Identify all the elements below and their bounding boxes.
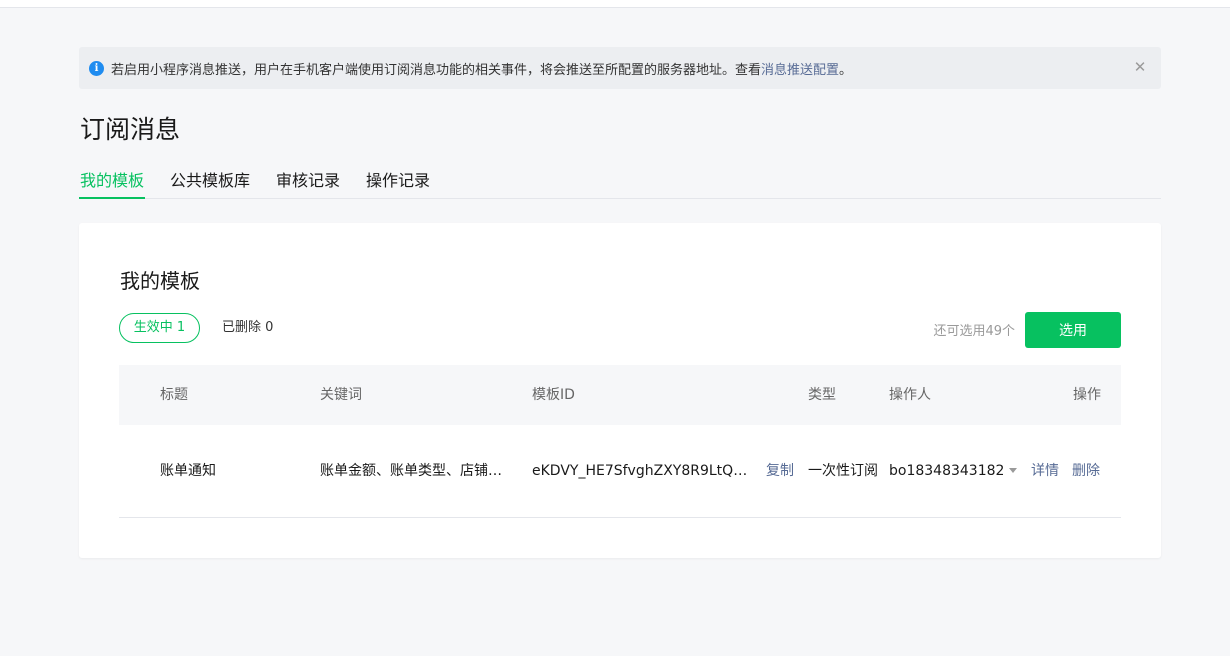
caret-down-icon — [1009, 467, 1018, 473]
tab-my-templates[interactable]: 我的模板 — [79, 164, 146, 199]
detail-link[interactable]: 详情 — [1031, 425, 1059, 518]
copy-link[interactable]: 复制 — [766, 425, 794, 518]
select-template-button[interactable]: 选用 — [1025, 312, 1121, 348]
card-title: 我的模板 — [120, 269, 200, 293]
table-row: 账单通知 账单金额、账单类型、店铺名称 eKDVY_HE7SfvghZXY8R9… — [119, 425, 1121, 518]
message-push-config-link[interactable]: 消息推送配置 — [761, 59, 839, 78]
table-header: 标题 关键词 模板ID 类型 操作人 操作 — [119, 365, 1121, 425]
page-title: 订阅消息 — [80, 115, 181, 144]
row-type: 一次性订阅 — [808, 463, 878, 479]
my-templates-card: 我的模板 生效中 1 已删除 0 还可选用49个 选用 标题 关键词 模板ID … — [79, 223, 1161, 558]
tab-review-records[interactable]: 审核记录 — [275, 164, 341, 199]
info-icon: i — [89, 60, 104, 76]
header-operator: 操作人 — [889, 387, 931, 403]
status-filter-deleted[interactable]: 已删除 0 — [222, 313, 273, 343]
templates-table: 标题 关键词 模板ID 类型 操作人 操作 账单通知 账单金额、账单类型、店铺名… — [119, 365, 1121, 518]
row-operator: bo18348343182 — [889, 463, 1005, 479]
row-template-id: eKDVY_HE7SfvghZXY8R9LtQeQ... — [532, 463, 754, 479]
close-icon[interactable]: ✕ — [1133, 60, 1147, 75]
delete-link[interactable]: 删除 — [1072, 425, 1100, 518]
notice-text: 若启用小程序消息推送，用户在手机客户端使用订阅消息功能的相关事件，将会推送至所配… — [111, 62, 762, 78]
top-bar — [0, 0, 1230, 8]
header-template-id: 模板ID — [532, 387, 575, 403]
notice-suffix: 。 — [839, 62, 853, 78]
row-title: 账单通知 — [160, 463, 216, 479]
header-actions: 操作 — [1073, 387, 1101, 403]
info-notice-bar: i 若启用小程序消息推送，用户在手机客户端使用订阅消息功能的相关事件，将会推送至… — [79, 47, 1161, 89]
tab-bar: 我的模板 公共模板库 审核记录 操作记录 — [79, 164, 1161, 199]
row-keywords: 账单金额、账单类型、店铺名称 — [320, 463, 515, 479]
header-keywords: 关键词 — [320, 387, 362, 403]
status-filter-active[interactable]: 生效中 1 — [119, 313, 200, 343]
remaining-count-text: 还可选用49个 — [933, 324, 1015, 339]
operator-dropdown[interactable]: bo18348343182 — [889, 425, 1018, 518]
header-title: 标题 — [160, 387, 188, 403]
header-type: 类型 — [808, 387, 836, 403]
tab-operation-records[interactable]: 操作记录 — [365, 164, 431, 199]
tab-public-template-library[interactable]: 公共模板库 — [169, 164, 251, 199]
